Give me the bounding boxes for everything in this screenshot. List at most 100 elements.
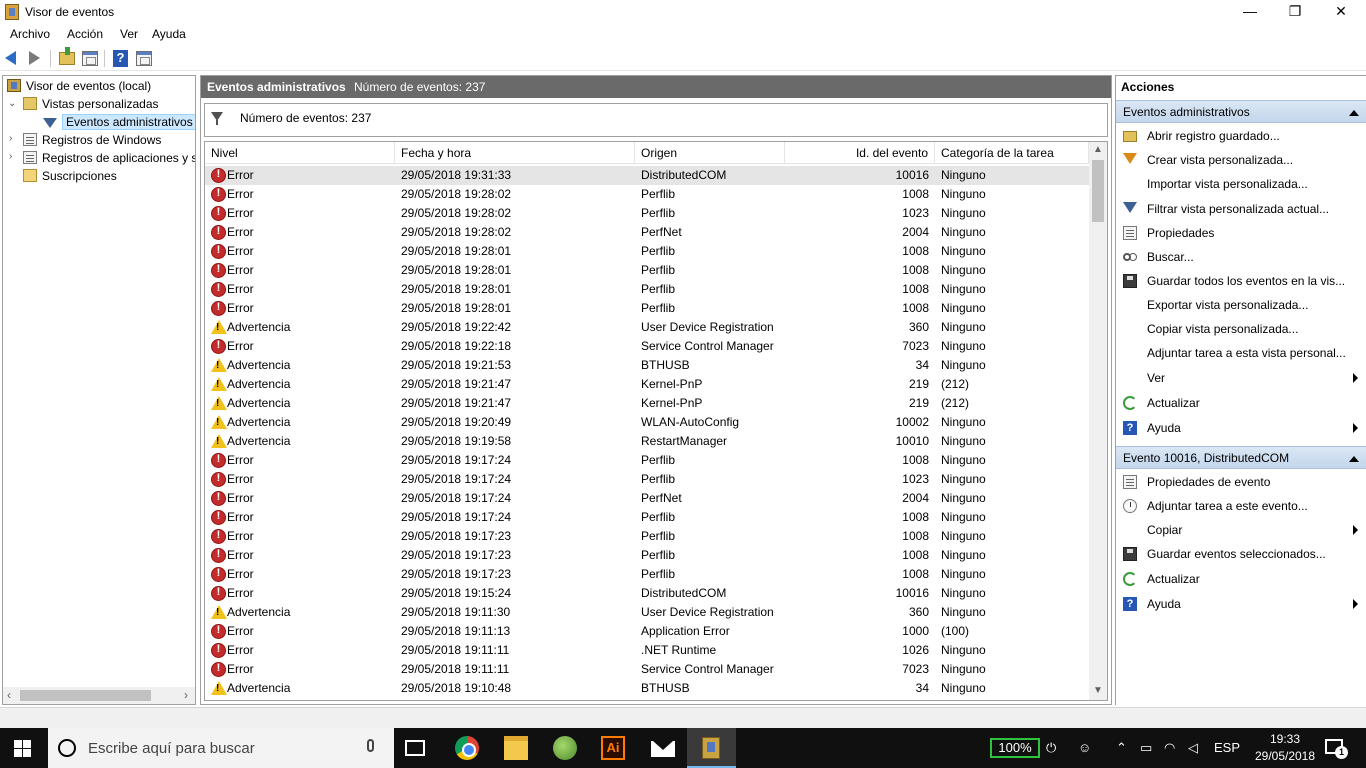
table-row[interactable]: Error 29/05/2018 19:17:23 Perflib 1008 Ningu…: [205, 546, 1089, 565]
actions-section-selected-event[interactable]: Evento 10016, DistributedCOM: [1116, 446, 1366, 469]
tree-item-app-logs[interactable]: Registros de aplicaciones y s: [23, 149, 195, 167]
action-item[interactable]: Abrir registro guardado...: [1116, 125, 1366, 147]
action-item[interactable]: Actualizar: [1116, 392, 1366, 414]
open-folder-icon[interactable]: [59, 47, 75, 65]
tree-item-subscriptions[interactable]: Suscripciones: [23, 167, 117, 185]
action-item[interactable]: Actualizar: [1116, 568, 1366, 590]
scroll-down-icon[interactable]: ▼: [1093, 685, 1103, 696]
table-row[interactable]: Error 29/05/2018 19:11:11 .NET Runtime 1026…: [205, 641, 1089, 660]
taskbar-event-viewer[interactable]: [687, 728, 736, 768]
tree-item-custom-views[interactable]: Vistas personalizadas: [23, 95, 159, 113]
taskbar-search[interactable]: Escribe aquí para buscar: [48, 728, 394, 768]
action-item[interactable]: Propiedades de evento: [1116, 471, 1366, 493]
table-row[interactable]: Error 29/05/2018 19:28:02 Perflib 1008 Ningu…: [205, 185, 1089, 204]
close-button[interactable]: ✕: [1318, 0, 1364, 24]
action-item[interactable]: Copiar vista personalizada...: [1116, 318, 1366, 340]
minimize-button[interactable]: —: [1227, 0, 1273, 24]
illustrator-icon[interactable]: Ai: [601, 736, 625, 760]
volume-icon[interactable]: ◁: [1188, 740, 1198, 756]
table-row[interactable]: Advertencia 29/05/2018 19:19:58 RestartMan…: [205, 432, 1089, 451]
table-row[interactable]: Error 29/05/2018 19:17:24 Perflib 1008 Ningu…: [205, 508, 1089, 527]
windows-start-icon[interactable]: [14, 740, 31, 757]
show-hide-tree-icon[interactable]: [82, 51, 98, 66]
input-language[interactable]: ESP: [1214, 740, 1240, 755]
chevron-right-icon[interactable]: ›: [184, 688, 188, 702]
system-clock[interactable]: 19:33 29/05/2018: [1252, 731, 1318, 765]
column-header-event-id[interactable]: Id. del evento: [785, 142, 935, 164]
action-item[interactable]: Adjuntar tarea a este evento...: [1116, 495, 1366, 517]
action-item[interactable]: Buscar...: [1116, 246, 1366, 268]
table-row[interactable]: Error 29/05/2018 19:17:24 Perflib 1008 Ningu…: [205, 451, 1089, 470]
table-row[interactable]: Advertencia 29/05/2018 19:10:48 BTHUSB 34 Ni…: [205, 679, 1089, 698]
people-icon[interactable]: ☺: [1078, 740, 1091, 755]
battery-indicator[interactable]: 100%: [990, 738, 1040, 758]
wifi-icon[interactable]: ◠: [1164, 740, 1175, 756]
table-row[interactable]: Error 29/05/2018 19:17:24 Perflib 1023 Ningu…: [205, 470, 1089, 489]
action-item[interactable]: ? Ayuda: [1116, 593, 1366, 615]
file-explorer-icon[interactable]: [504, 736, 528, 760]
table-row[interactable]: Error 29/05/2018 19:28:02 Perflib 1023 Ningu…: [205, 204, 1089, 223]
table-row[interactable]: Advertencia 29/05/2018 19:20:49 WLAN-AutoC…: [205, 413, 1089, 432]
action-item[interactable]: Guardar eventos seleccionados...: [1116, 543, 1366, 565]
action-item[interactable]: Adjuntar tarea a esta vista personal...: [1116, 342, 1366, 364]
power-plug-icon[interactable]: ⏻: [1046, 740, 1056, 756]
action-item[interactable]: Exportar vista personalizada...: [1116, 294, 1366, 316]
mail-icon[interactable]: [651, 741, 675, 757]
collapse-caret-icon[interactable]: [1349, 110, 1359, 116]
collapse-caret-icon[interactable]: [1349, 456, 1359, 462]
column-header-level[interactable]: Nivel: [205, 142, 395, 164]
chevron-up-icon[interactable]: ⌃: [1116, 740, 1127, 756]
battery-icon[interactable]: ▭: [1140, 740, 1152, 756]
table-row[interactable]: Error 29/05/2018 19:11:11 Service Control …: [205, 660, 1089, 679]
action-item[interactable]: Ver: [1116, 367, 1366, 389]
horizontal-scrollbar[interactable]: ‹ ›: [3, 687, 195, 704]
menu-accion[interactable]: Acción: [67, 27, 103, 41]
scrollbar-thumb[interactable]: [1092, 160, 1104, 222]
table-row[interactable]: Error 29/05/2018 19:28:01 Perflib 1008 Ningu…: [205, 280, 1089, 299]
menu-ayuda[interactable]: Ayuda: [152, 27, 186, 41]
table-row[interactable]: Error 29/05/2018 19:17:23 Perflib 1008 Ningu…: [205, 565, 1089, 584]
menu-ver[interactable]: Ver: [120, 27, 138, 41]
table-row[interactable]: Error 29/05/2018 19:28:01 Perflib 1008 Ningu…: [205, 261, 1089, 280]
table-row[interactable]: Error 29/05/2018 19:15:24 DistributedCOM 10…: [205, 584, 1089, 603]
globe-app-icon[interactable]: [553, 736, 577, 760]
action-item[interactable]: Guardar todos los eventos en la vis...: [1116, 270, 1366, 292]
action-item[interactable]: Propiedades: [1116, 222, 1366, 244]
table-row[interactable]: Advertencia 29/05/2018 19:21:53 BTHUSB 34 Ni…: [205, 356, 1089, 375]
action-center-icon[interactable]: 1: [1325, 739, 1348, 759]
actions-section-admin-events[interactable]: Eventos administrativos: [1116, 100, 1366, 123]
table-row[interactable]: Error 29/05/2018 19:11:13 Application Erro…: [205, 622, 1089, 641]
table-row[interactable]: Error 29/05/2018 19:28:01 Perflib 1008 Ningu…: [205, 299, 1089, 318]
action-item[interactable]: Crear vista personalizada...: [1116, 149, 1366, 171]
scroll-up-icon[interactable]: ▲: [1093, 144, 1103, 155]
action-item[interactable]: Copiar: [1116, 519, 1366, 541]
maximize-button[interactable]: ❐: [1272, 0, 1318, 24]
action-item[interactable]: Filtrar vista personalizada actual...: [1116, 198, 1366, 220]
help-icon[interactable]: ?: [113, 50, 128, 67]
table-row[interactable]: Error 29/05/2018 19:31:33 DistributedCOM 10…: [205, 166, 1089, 185]
chevron-down-icon[interactable]: ⌄: [8, 98, 16, 109]
forward-arrow-icon[interactable]: [29, 51, 40, 65]
table-row[interactable]: Advertencia 29/05/2018 19:11:30 User Devic…: [205, 603, 1089, 622]
table-row[interactable]: Error 29/05/2018 19:22:18 Service Control …: [205, 337, 1089, 356]
table-row[interactable]: Advertencia 29/05/2018 19:21:47 Kernel-PnP…: [205, 394, 1089, 413]
menu-archivo[interactable]: Archivo: [10, 27, 50, 41]
show-hide-actions-icon[interactable]: [136, 51, 152, 66]
chevron-left-icon[interactable]: ‹: [7, 688, 11, 702]
tree-item-root[interactable]: Visor de eventos (local): [7, 77, 151, 95]
action-item[interactable]: ? Ayuda: [1116, 417, 1366, 439]
back-arrow-icon[interactable]: [5, 51, 16, 65]
chrome-icon[interactable]: [455, 736, 479, 760]
table-row[interactable]: Advertencia 29/05/2018 19:22:42 User Devic…: [205, 318, 1089, 337]
vertical-scrollbar[interactable]: ▲ ▼: [1089, 142, 1107, 700]
task-view-icon[interactable]: [405, 740, 425, 756]
table-row[interactable]: Error 29/05/2018 19:28:02 PerfNet 2004 Ningu…: [205, 223, 1089, 242]
table-row[interactable]: Error 29/05/2018 19:17:24 PerfNet 2004 Ningu…: [205, 489, 1089, 508]
table-row[interactable]: Error 29/05/2018 19:28:01 Perflib 1008 Ningu…: [205, 242, 1089, 261]
chevron-right-icon[interactable]: ›: [9, 133, 12, 144]
column-header-datetime[interactable]: Fecha y hora: [395, 142, 635, 164]
tree-item-admin-events[interactable]: Eventos administrativos: [41, 113, 195, 131]
scrollbar-thumb[interactable]: [20, 690, 151, 701]
chevron-right-icon[interactable]: ›: [9, 151, 12, 162]
table-row[interactable]: Error 29/05/2018 19:17:23 Perflib 1008 Ningu…: [205, 527, 1089, 546]
